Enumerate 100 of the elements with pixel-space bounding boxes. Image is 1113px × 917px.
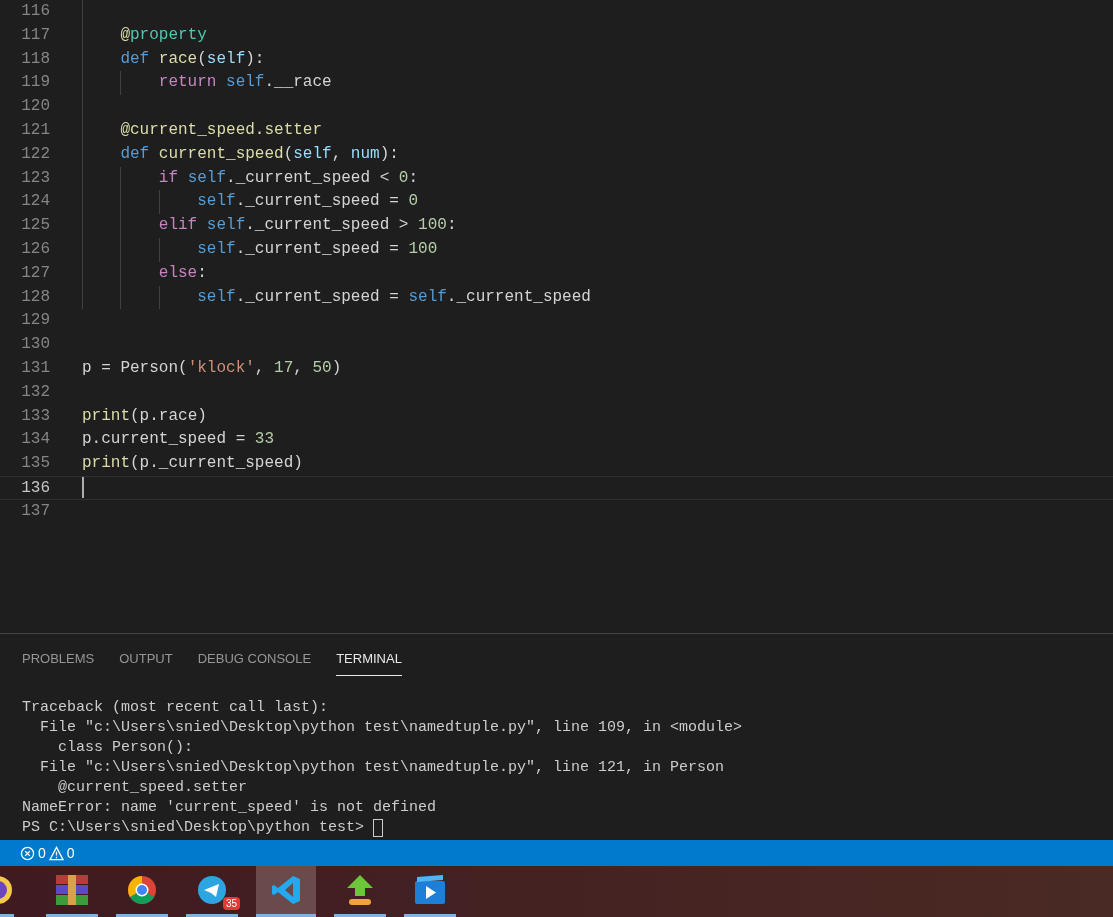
taskbar-app[interactable]: 35 [186, 866, 238, 917]
code-token: 0 [408, 191, 419, 213]
code-token: self [196, 286, 236, 308]
line-number: 135 [20, 453, 50, 475]
line-number: 132 [20, 381, 50, 403]
code-token: ._current_speed < [226, 167, 391, 189]
line-number: 131 [20, 357, 50, 379]
line-number: 122 [20, 143, 50, 165]
line-number: 133 [20, 405, 50, 427]
panel-tab[interactable]: DEBUG CONSOLE [197, 649, 312, 676]
code-token: p = Person( [82, 357, 188, 379]
line-number: 116 [20, 1, 50, 22]
code-token: p.current_speed = [82, 429, 247, 451]
code-token: current_speed [158, 143, 284, 165]
line-number: 118 [20, 48, 50, 70]
line-number: 136 [20, 477, 50, 499]
code-token: race [158, 48, 198, 70]
terminal-line: Traceback (most recent call last): [22, 697, 330, 718]
code-token: ): [379, 143, 399, 165]
code-editor-icon [270, 874, 302, 906]
code-token: ._current_speed = [235, 286, 400, 308]
code-token: 100 [418, 215, 447, 237]
terminal-line: NameError: name 'current_speed' is not defined [22, 797, 438, 818]
code-token: : [197, 262, 207, 284]
code-token: 17 [274, 357, 294, 379]
code-token: @current_speed.setter [119, 120, 323, 141]
line-number: 119 [20, 72, 50, 94]
code-token: print [82, 453, 130, 475]
code-token: self [187, 167, 227, 189]
text-cursor [82, 477, 84, 499]
code-token: (p.race) [130, 405, 207, 427]
circle-logo-icon [127, 875, 157, 905]
line-number: 123 [20, 167, 50, 189]
code-token: self [196, 191, 236, 213]
code-token: ._current_speed [446, 286, 591, 308]
code-token: ): [245, 48, 265, 70]
line-number: 137 [20, 500, 50, 522]
code-token: property [130, 24, 207, 46]
code-token: , [254, 357, 266, 379]
line-number: 121 [20, 120, 50, 141]
code-token: 100 [408, 238, 438, 260]
code-token: 'klock' [187, 357, 255, 379]
error-count[interactable]: 0 [38, 842, 46, 864]
terminal-line: File "c:\Users\snied\Desktop\python test\namedtuple.py", line 109, in <module> [39, 717, 744, 738]
code-token: , [293, 357, 304, 379]
paper-plane-icon [197, 875, 227, 905]
code-token: self [206, 48, 246, 70]
code-token: self [196, 238, 236, 260]
terminal-cursor [373, 818, 384, 837]
code-token: @ [119, 24, 130, 46]
up-arrow-icon [345, 874, 375, 906]
line-number: 127 [20, 262, 50, 284]
code-token: self [408, 286, 447, 308]
code-token: return [157, 72, 218, 94]
play-icon [414, 875, 446, 905]
code-token: ) [331, 357, 342, 379]
code-token: self [206, 215, 246, 237]
terminal-line: File "c:\Users\snied\Desktop\python test\namedtuple.py", line 121, in Person [39, 757, 726, 778]
notification-badge: 35 [222, 897, 240, 910]
warning-count[interactable]: 0 [66, 842, 75, 864]
code-token: , [331, 143, 343, 165]
line-number: 124 [20, 191, 50, 213]
code-token: def [119, 48, 151, 70]
code-token: ( [283, 143, 294, 165]
line-number: 117 [20, 24, 50, 46]
code-token: 50 [312, 357, 332, 379]
code-token: ( [197, 48, 207, 70]
code-token: self [226, 72, 265, 94]
panel-tab[interactable]: OUTPUT [119, 649, 173, 676]
warning-icon [48, 845, 64, 861]
panel-tab[interactable]: TERMINAL [336, 649, 402, 676]
terminal-line: @current_speed.setter [57, 777, 249, 798]
line-number: 125 [20, 215, 50, 237]
code-token: ._current_speed = [235, 238, 400, 260]
code-token: if [157, 167, 179, 189]
line-number: 134 [20, 429, 50, 451]
code-token: .__race [264, 72, 332, 94]
terminal-line: class Person(): [57, 737, 195, 758]
code-token: num [350, 143, 380, 165]
line-number: 126 [20, 238, 50, 260]
panel-tab[interactable]: PROBLEMS [22, 649, 95, 676]
line-number: 120 [20, 96, 50, 118]
code-token: 0 [398, 167, 409, 189]
code-token: ._current_speed > [245, 215, 410, 237]
error-icon [20, 845, 35, 861]
terminal-prompt: PS C:\Users\snied\Desktop\python test> [22, 817, 366, 838]
code-token: else [157, 262, 198, 284]
code-token: def [119, 143, 151, 165]
code-token: 33 [254, 429, 275, 451]
code-token: : [446, 215, 457, 237]
code-token: elif [157, 215, 199, 237]
line-number: 129 [20, 310, 50, 332]
app-icon [0, 874, 14, 906]
code-token: ._current_speed = [235, 191, 400, 213]
line-number: 130 [20, 334, 50, 356]
code-token: print [82, 405, 130, 427]
code-token: self [293, 143, 332, 165]
code-token: : [408, 167, 419, 189]
line-number: 128 [20, 286, 50, 308]
code-token: (p._current_speed) [130, 453, 303, 475]
